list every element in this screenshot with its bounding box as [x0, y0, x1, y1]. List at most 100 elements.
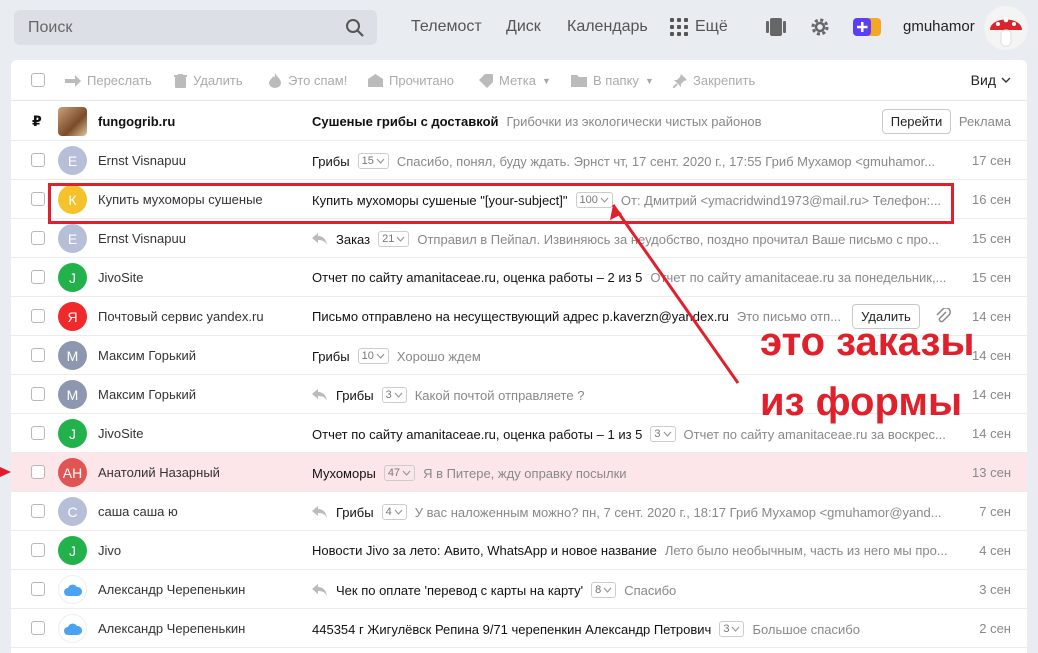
important-flag-icon[interactable]: [0, 467, 11, 477]
row-checkbox[interactable]: [31, 426, 45, 440]
message-date: 13 сен: [972, 465, 1011, 480]
thread-count[interactable]: 8: [591, 582, 617, 598]
message-date: 15 сен: [972, 270, 1011, 285]
ruble-icon: ₽: [32, 113, 42, 129]
nav-more[interactable]: Ещё: [670, 18, 728, 36]
chevron-down-icon: ▼: [644, 75, 654, 86]
message-snippet: Лето было необычным, часть из него мы пр…: [664, 543, 948, 558]
subject-line: Грибы 3 Какой почтой отправляете ?: [312, 387, 584, 403]
nav-calendar[interactable]: Календарь: [567, 18, 648, 36]
move-to-folder-button[interactable]: В папку ▼: [571, 73, 654, 88]
annotation-highlight-box: [48, 183, 954, 224]
row-checkbox[interactable]: [31, 231, 45, 245]
search-icon[interactable]: [345, 18, 365, 38]
nav-telemost[interactable]: Телемост: [411, 18, 482, 36]
message-row[interactable]: J JivoSite Отчет по сайту amanitaceae.ru, …: [11, 258, 1027, 297]
row-checkbox[interactable]: [31, 153, 45, 167]
sender-avatar: М: [58, 341, 87, 370]
message-row[interactable]: Ссаша саша ю Грибы 4 У вас наложенным можно…: [11, 492, 1027, 531]
message-row[interactable]: J Jivo Новости Jivo за лето: Авито, WhatsA…: [11, 531, 1027, 570]
search-input[interactable]: [28, 18, 328, 37]
message-snippet: Отправил в Пейпал. Извиняюсь за неудобст…: [417, 231, 939, 247]
search-box[interactable]: [14, 10, 377, 45]
chevron-down-icon: [603, 587, 612, 593]
label-button[interactable]: Метка ▼: [479, 73, 551, 88]
row-checkbox[interactable]: [31, 504, 45, 518]
trash-icon: [174, 73, 187, 88]
chevron-down-icon: [394, 509, 403, 515]
view-dropdown[interactable]: Вид: [971, 72, 1011, 88]
annotation-line-2: из формы: [760, 380, 963, 424]
user-avatar[interactable]: [984, 6, 1028, 50]
ad-row[interactable]: ₽ fungogrib.ru Сушеные грибы с доставкой…: [11, 102, 1027, 141]
apps-grid-icon: [670, 18, 688, 36]
row-checkbox[interactable]: [31, 465, 45, 479]
row-checkbox[interactable]: [31, 270, 45, 284]
mushroom-icon: [990, 17, 1022, 47]
gear-icon[interactable]: [809, 16, 831, 38]
sender-avatar: J: [58, 419, 87, 448]
row-checkbox[interactable]: [31, 348, 45, 362]
spam-button[interactable]: Это спам!: [268, 73, 347, 88]
thread-count[interactable]: 3: [381, 387, 407, 403]
select-all-checkbox[interactable]: [31, 73, 45, 87]
sender-name: Максим Горький: [98, 348, 196, 363]
ad-logo: [58, 107, 87, 136]
row-checkbox[interactable]: [31, 621, 45, 635]
forward-button[interactable]: Переслать: [65, 73, 152, 88]
mark-read-button[interactable]: Прочитано: [368, 73, 454, 88]
delete-button[interactable]: Удалить: [174, 73, 243, 88]
sender-avatar: М: [58, 380, 87, 409]
annotation-line-1: это заказы: [760, 320, 975, 364]
thread-count[interactable]: 3: [650, 426, 676, 442]
message-row[interactable]: Александр Черепенькин 445354 г Жигулёвск …: [11, 609, 1027, 648]
row-checkbox[interactable]: [31, 309, 45, 323]
sender-name: Jivo: [98, 543, 122, 558]
sender-name: Максим Горький: [98, 387, 196, 402]
thread-count[interactable]: 47: [383, 465, 416, 481]
row-checkbox[interactable]: [31, 582, 45, 596]
subject-line: Мухоморы 47 Я в Питере, жду оправку посылк…: [312, 465, 627, 481]
subject-text: Заказ: [336, 231, 371, 247]
row-checkbox[interactable]: [31, 387, 45, 401]
row-checkbox[interactable]: [31, 192, 45, 206]
message-row[interactable]: E Ernst Visnapuu Заказ 21 Отправил в Пейпал.…: [11, 219, 1027, 258]
message-snippet: Хорошо ждем: [396, 348, 481, 364]
message-row[interactable]: АН Анатолий Назарный Мухоморы 47 Я в Питере,…: [0, 453, 1027, 492]
pin-button[interactable]: Закрепить: [673, 73, 755, 88]
sender-name: JivoSite: [98, 270, 144, 285]
thread-count[interactable]: 21: [378, 231, 410, 247]
thread-count-value: 15: [361, 155, 374, 167]
thread-count-value: 47: [387, 467, 401, 479]
subject-line: Заказ 21 Отправил в Пейпал. Извиняюсь за н…: [312, 231, 939, 247]
message-snippet: Отчет по сайту amanitaceae.ru за воскрес…: [683, 426, 946, 442]
ad-snippet: Грибочки из экологически чистых районов: [506, 114, 762, 129]
subject-text: Отчет по сайту amanitaceae.ru, оценка ра…: [312, 270, 643, 285]
row-checkbox[interactable]: [31, 543, 45, 557]
plus-icon[interactable]: [853, 16, 881, 38]
ad-tag: Реклама: [958, 114, 1011, 129]
chevron-down-icon: [1001, 77, 1011, 83]
cloud-icon: [63, 623, 82, 635]
subject-line: Грибы 4 У вас наложенным можно? пн, 7 сент…: [312, 504, 942, 520]
sender-avatar: E: [58, 146, 87, 175]
thread-count[interactable]: 3: [719, 621, 745, 637]
sender-avatar: [58, 575, 87, 604]
thread-count-value: 3: [723, 623, 730, 635]
chevron-down-icon: [376, 353, 385, 359]
message-row[interactable]: Александр Черепенькин Чек по оплате 'пере…: [11, 570, 1027, 609]
sender-name: Ernst Visnapuu: [98, 153, 186, 168]
subject-line: Отчет по сайту amanitaceae.ru, оценка ра…: [312, 426, 946, 442]
thread-count[interactable]: 10: [357, 348, 389, 364]
folder-icon: [571, 75, 587, 87]
nav-disk[interactable]: Диск: [506, 18, 541, 36]
cloud-icon: [63, 584, 82, 596]
chevron-down-icon: [376, 158, 385, 164]
message-row[interactable]: E Ernst Visnapuu Грибы 15 Спасибо, понял, бу…: [11, 141, 1027, 180]
username[interactable]: gmuhamor: [903, 18, 975, 35]
notes-icon[interactable]: [765, 16, 787, 38]
ad-go-button[interactable]: Перейти: [882, 109, 951, 134]
thread-count[interactable]: 15: [357, 153, 389, 169]
thread-count[interactable]: 4: [381, 504, 407, 520]
thread-count-value: 8: [595, 584, 602, 596]
